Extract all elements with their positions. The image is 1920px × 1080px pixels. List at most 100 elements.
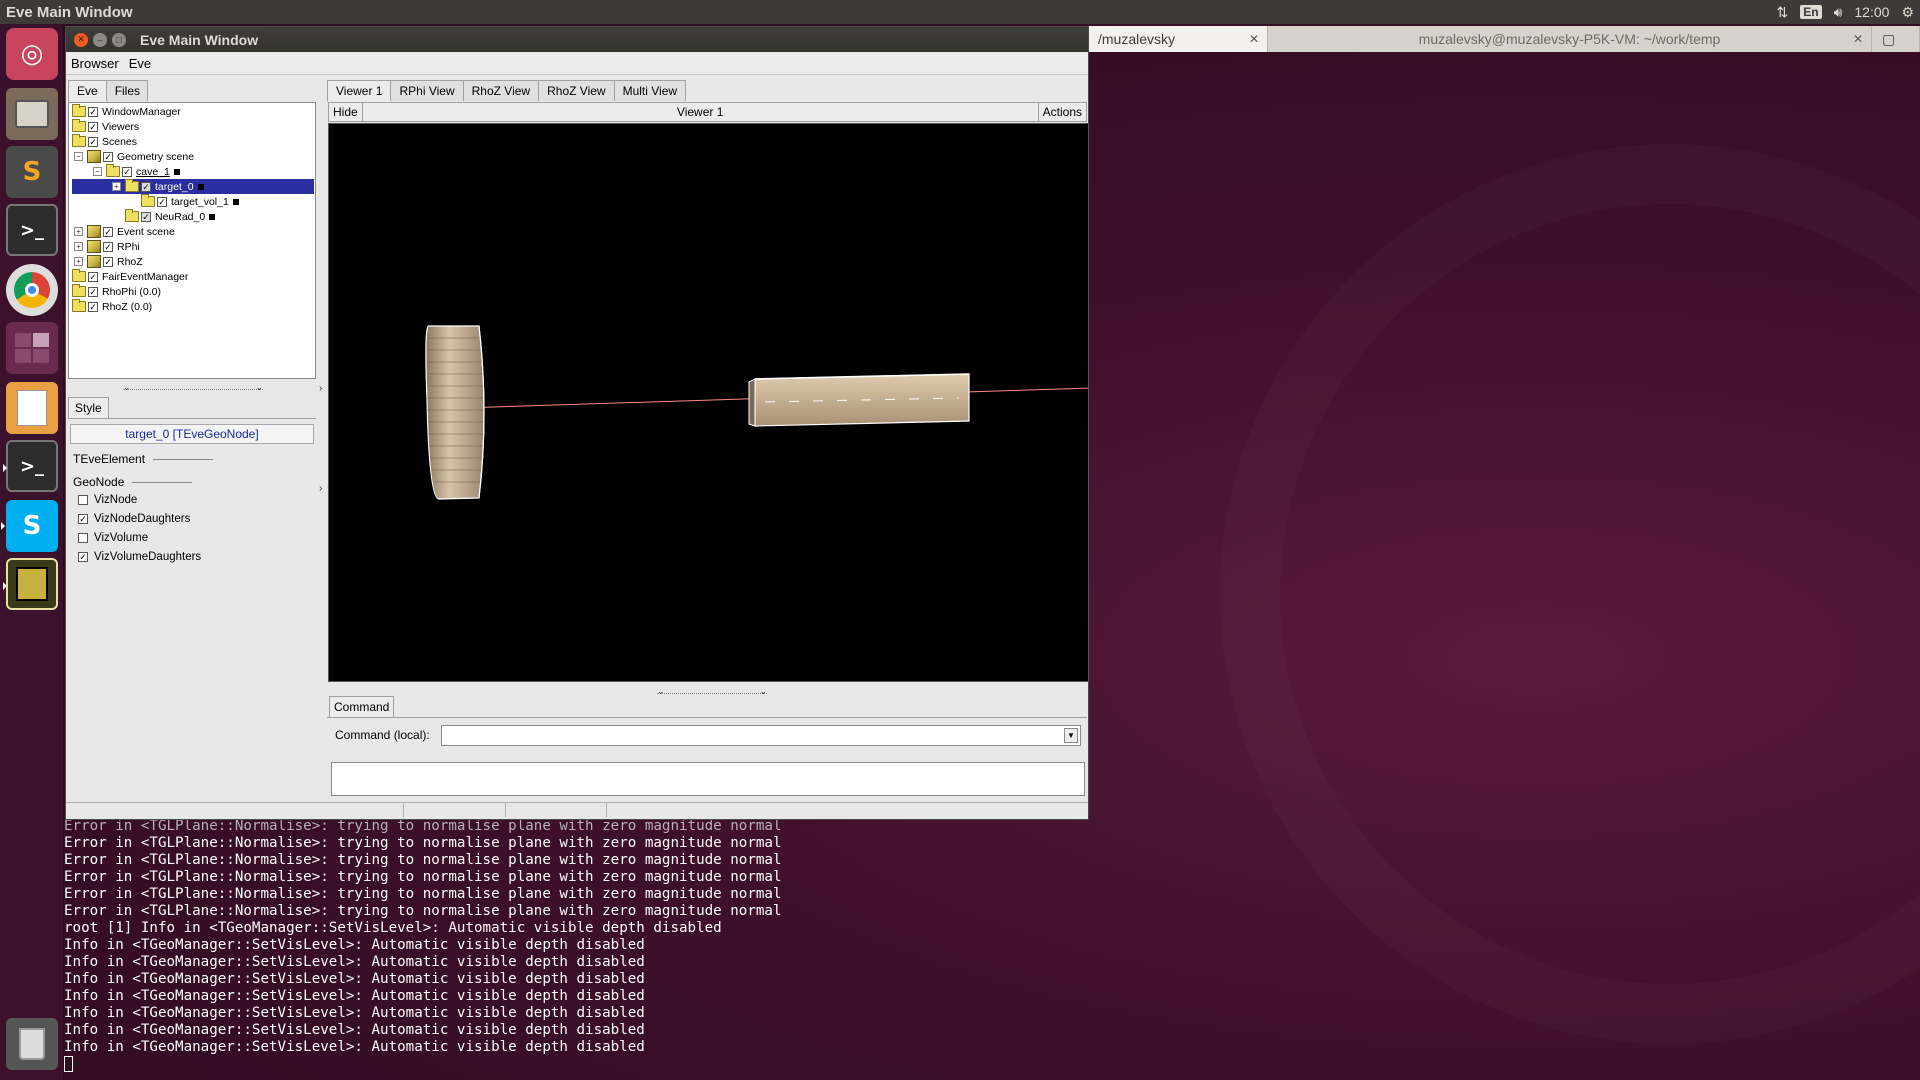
folder-open-icon [125,179,139,192]
checkbox-unchecked[interactable] [78,495,88,505]
tree-item[interactable]: ✓ RhoPhi (0.0) [72,284,161,299]
tab-command[interactable]: Command [329,696,395,717]
splitter-handle[interactable]: ⌄ ⌄ [123,382,263,392]
tab-rhoz-view[interactable]: RhoZ View [462,80,540,101]
checkbox-unchecked[interactable] [78,533,88,543]
checkbox-viznode[interactable]: VizNode [78,494,137,506]
command-input[interactable]: ▼ [441,725,1081,746]
tab-files[interactable]: Files [105,80,148,101]
volume-icon[interactable]: 🔊︎ [1834,4,1843,21]
skype-icon[interactable]: S [1,500,58,552]
tree-item[interactable]: − ✓ Geometry scene [74,149,194,164]
actions-button[interactable]: Actions [1037,103,1086,121]
checkbox-checked[interactable]: ✓ [88,136,98,147]
checkbox-checked[interactable]: ✓ [88,286,98,297]
expand-icon[interactable]: + [74,227,83,236]
files-icon[interactable] [6,88,58,140]
checkbox-checked[interactable]: ✓ [122,166,132,177]
tree-item-selected[interactable]: + ✓ target_0 [72,179,314,194]
expand-icon[interactable]: + [112,182,121,191]
checkbox-checked[interactable]: ✓ [103,226,113,237]
window-titlebar[interactable]: ✕ – □ Eve Main Window [66,27,1088,52]
section-teveelement: TEveElement [73,452,214,466]
panel-collapse-icon[interactable]: › [319,483,322,494]
minimize-icon[interactable]: – [93,32,107,47]
text-editor-icon[interactable] [6,382,58,434]
terminal-tab-1-label: /muzalevsky [1098,31,1176,47]
workspace-icon[interactable] [6,322,58,374]
color-swatch[interactable] [209,213,216,220]
trash-icon[interactable] [6,1018,58,1070]
collapse-icon[interactable]: − [93,167,102,176]
terminal-line: Error in <TGLPlane::Normalise>: trying t… [64,835,782,851]
expand-icon[interactable]: + [74,257,83,266]
terminal-icon-2[interactable]: >_ [3,440,58,492]
maximize-icon[interactable]: □ [112,32,126,47]
checkbox-checked[interactable]: ✓ [103,151,113,162]
close-icon[interactable]: ✕ [1249,32,1259,46]
chrome-icon[interactable] [6,264,58,316]
collapse-icon[interactable]: − [74,152,83,161]
command-history[interactable] [331,762,1085,796]
tree-item[interactable]: + ✓ Event scene [74,224,175,239]
tree-item[interactable]: ✓ target_vol_1 [141,194,239,209]
checkbox-checked[interactable]: ✓ [88,271,98,282]
tree-item[interactable]: ✓ Scenes [72,134,137,149]
checkbox-checked[interactable]: ✓ [78,552,88,562]
ubuntu-dash-icon[interactable]: ◎ [6,28,58,80]
tree-item[interactable]: + ✓ RhoZ [74,254,143,269]
tab-style[interactable]: Style [68,397,109,418]
checkbox-checked[interactable]: ✓ [141,181,151,192]
terminal-output[interactable]: Error in <TGLPlane::Normalise>: trying t… [64,818,782,1074]
close-icon[interactable]: ✕ [74,32,88,47]
tree-item[interactable]: ✓ WindowManager [72,104,181,119]
tree-item[interactable]: − ✓ cave_1 [93,164,180,179]
tab-viewer-1[interactable]: Viewer 1 [327,80,392,102]
menu-browser[interactable]: Browser [66,56,124,71]
settings-gear-icon[interactable]: ⚙ [1901,4,1914,21]
checkbox-checked[interactable]: ✓ [88,121,98,132]
tree-item[interactable]: ✓ NeuRad_0 [125,209,216,224]
checkbox-checked[interactable]: ✓ [157,196,167,207]
terminal-line: Info in <TGeoManager::SetVisLevel>: Auto… [64,1022,645,1038]
tab-multi-view[interactable]: Multi View [613,80,687,101]
clock[interactable]: 12:00 [1854,4,1889,20]
color-swatch[interactable] [232,198,239,205]
sublime-icon[interactable]: S [6,146,58,198]
new-tab-icon[interactable]: ▢ [1872,26,1920,52]
terminal-tab-2[interactable]: muzalevsky@muzalevsky-P5K-VM: ~/work/tem… [1268,26,1872,52]
checkbox-checked[interactable]: ✓ [103,256,113,267]
checkbox-checked[interactable]: ✓ [78,514,88,524]
checkbox-checked[interactable]: ✓ [88,301,98,312]
keyboard-layout-indicator[interactable]: En [1800,5,1822,19]
chevron-down-icon[interactable]: ▼ [1064,728,1078,743]
gl-3d-viewer[interactable] [328,123,1089,682]
menu-eve[interactable]: Eve [124,56,156,71]
panel-collapse-icon[interactable]: › [319,383,322,394]
tab-eve[interactable]: Eve [68,80,107,102]
expand-icon[interactable]: + [74,242,83,251]
scene-icon [87,225,101,238]
app-icon[interactable] [3,558,58,610]
close-icon[interactable]: ✕ [1853,32,1863,46]
color-swatch[interactable] [173,168,180,175]
checkbox-viznodedaughters[interactable]: ✓ VizNodeDaughters [78,513,190,525]
checkbox-vizvolume[interactable]: VizVolume [78,532,148,544]
tree-item[interactable]: ✓ FairEventManager [72,269,188,284]
network-icon[interactable]: ⇅ [1776,4,1788,21]
terminal-tab-1[interactable]: /muzalevsky ✕ [1088,26,1268,52]
terminal-icon[interactable]: >_ [6,204,58,256]
checkbox-checked[interactable]: ✓ [88,106,98,117]
tab-rhoz-view-2[interactable]: RhoZ View [538,80,615,101]
eve-main-window: ✕ – □ Eve Main Window Browser Eve Eve Fi… [65,26,1089,820]
hide-button[interactable]: Hide [329,103,363,121]
tree-item[interactable]: ✓ Viewers [72,119,139,134]
tab-rphi-view[interactable]: RPhi View [390,80,464,101]
splitter-handle[interactable]: ⌄ ⌄ [657,686,767,696]
checkbox-checked[interactable]: ✓ [103,241,113,252]
color-swatch[interactable] [197,183,204,190]
tree-item[interactable]: ✓ RhoZ (0.0) [72,299,152,314]
checkbox-vizvolumedaughters[interactable]: ✓ VizVolumeDaughters [78,551,201,563]
tree-item[interactable]: + ✓ RPhi [74,239,140,254]
checkbox-checked[interactable]: ✓ [141,211,151,222]
